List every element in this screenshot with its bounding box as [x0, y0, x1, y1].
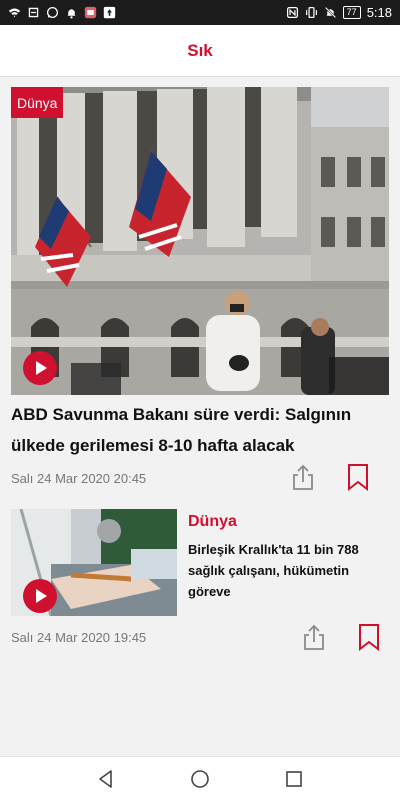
featured-image[interactable]: [11, 87, 389, 395]
vibrate-icon: [305, 7, 317, 18]
featured-date: Salı 24 Mar 2020 20:45: [11, 471, 147, 486]
mute-icon: [324, 6, 336, 19]
nfc-icon: [286, 7, 298, 18]
bookmark-icon[interactable]: [347, 463, 369, 491]
back-icon[interactable]: [94, 767, 118, 791]
new-york-stock-exchange-photo: [11, 87, 389, 395]
bookmark-icon[interactable]: [358, 623, 380, 651]
upload-icon: [103, 6, 116, 19]
video-play-button[interactable]: [23, 579, 57, 613]
recents-icon[interactable]: [282, 767, 306, 791]
notification-bell-icon: [67, 9, 76, 19]
wifi-icon: [8, 8, 21, 18]
status-bar: 77 5:18: [0, 0, 400, 25]
article-headline[interactable]: Birleşik Krallık'ta 11 bin 788 sağlık ça…: [188, 539, 393, 602]
whatsapp-icon: [46, 6, 59, 19]
system-nav-bar: [0, 756, 400, 800]
status-bar-left: [8, 6, 116, 19]
app-icon: [84, 6, 97, 19]
page-title: Sık: [187, 40, 213, 60]
video-play-button[interactable]: [23, 351, 57, 385]
status-bar-right: 77 5:18: [286, 5, 392, 20]
status-time: 5:18: [366, 5, 392, 20]
share-icon[interactable]: [302, 623, 326, 651]
app-header: Sık: [0, 25, 400, 77]
article-date: Salı 24 Mar 2020 19:45: [11, 630, 147, 645]
play-icon: [36, 361, 47, 375]
play-icon: [36, 589, 47, 603]
featured-article[interactable]: Dünya ABD Savunma Bakanı süre verdi: Sal…: [0, 77, 400, 499]
sync-icon: [28, 7, 39, 18]
article-list-item[interactable]: Dünya Birleşik Krallık'ta 11 bin 788 sağ…: [0, 499, 400, 659]
article-category[interactable]: Dünya: [188, 513, 237, 531]
home-icon[interactable]: [188, 767, 212, 791]
battery-icon: 77: [342, 6, 361, 19]
category-badge[interactable]: Dünya: [11, 87, 64, 118]
share-icon[interactable]: [291, 463, 315, 491]
featured-headline[interactable]: ABD Savunma Bakanı süre verdi: Salgının …: [11, 399, 383, 461]
article-thumbnail[interactable]: [11, 509, 177, 616]
